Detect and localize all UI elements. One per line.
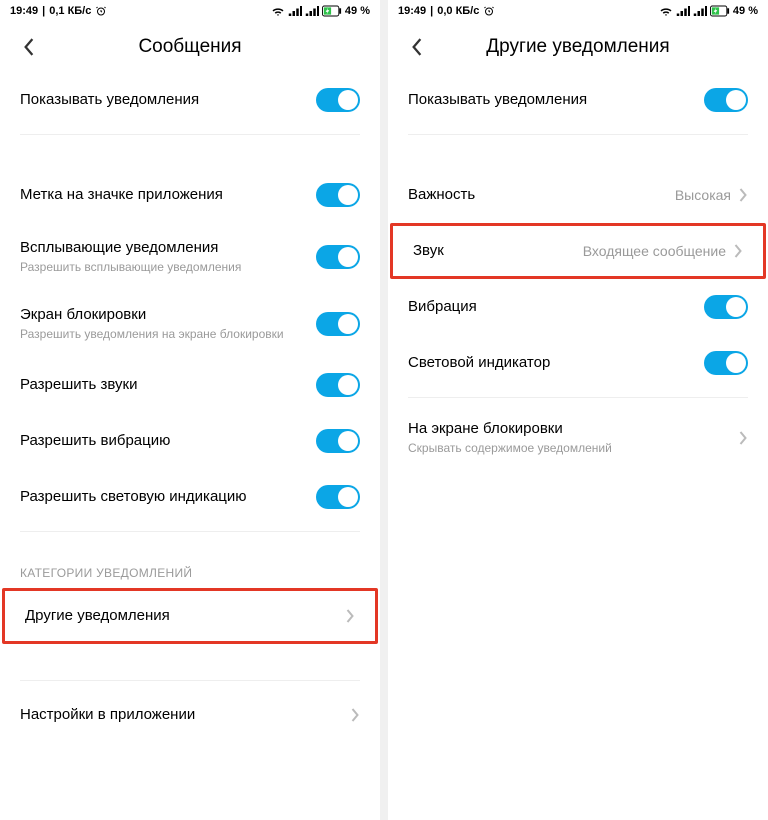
divider — [20, 531, 360, 532]
toggle-allow-vibration[interactable] — [316, 429, 360, 453]
toggle-allow-led[interactable] — [316, 485, 360, 509]
label: Экран блокировки — [20, 305, 316, 325]
value: Входящее сообщение — [583, 243, 726, 260]
status-bar: 19:49 | 0,0 КБ/с 49 % — [388, 0, 768, 22]
signal-icon-1 — [676, 6, 690, 16]
chevron-right-icon — [346, 609, 355, 623]
signal-icon-2 — [305, 6, 319, 16]
divider — [408, 134, 748, 135]
alarm-icon — [95, 5, 107, 17]
row-on-lockscreen[interactable]: На экране блокировки Скрывать содержимое… — [388, 404, 768, 471]
row-show-notifications[interactable]: Показывать уведомления — [0, 72, 380, 128]
chevron-right-icon — [739, 431, 748, 445]
chevron-right-icon — [351, 708, 360, 722]
row-led[interactable]: Световой индикатор — [388, 335, 768, 391]
toggle-allow-sound[interactable] — [316, 373, 360, 397]
label: Разрешить световую индикацию — [20, 487, 316, 507]
toggle-show-notifications[interactable] — [704, 88, 748, 112]
phone-left: 19:49 | 0,1 КБ/с 49 % Сообщения Показыва… — [0, 0, 380, 820]
status-speed: 0,0 КБ/с — [437, 5, 479, 17]
row-show-notifications[interactable]: Показывать уведомления — [388, 72, 768, 128]
status-battery: 49 % — [345, 5, 370, 17]
title-bar: Другие уведомления — [388, 22, 768, 72]
label: Показывать уведомления — [408, 90, 704, 110]
phone-right: 19:49 | 0,0 КБ/с 49 % Другие уведомления… — [388, 0, 768, 820]
signal-icon-2 — [693, 6, 707, 16]
signal-icon-1 — [288, 6, 302, 16]
divider — [20, 680, 360, 681]
status-time: 19:49 — [398, 5, 426, 17]
sublabel: Разрешить уведомления на экране блокиров… — [20, 327, 316, 343]
alarm-icon — [483, 5, 495, 17]
toggle-show-notifications[interactable] — [316, 88, 360, 112]
wifi-icon — [271, 6, 285, 17]
value: Высокая — [675, 187, 731, 204]
status-battery: 49 % — [733, 5, 758, 17]
toggle-lockscreen[interactable] — [316, 312, 360, 336]
title-bar: Сообщения — [0, 22, 380, 72]
label: Другие уведомления — [25, 606, 338, 626]
label: Всплывающие уведомления — [20, 238, 316, 258]
toggle-badge[interactable] — [316, 183, 360, 207]
divider — [20, 134, 360, 135]
label: Световой индикатор — [408, 353, 704, 373]
row-lockscreen[interactable]: Экран блокировки Разрешить уведомления н… — [0, 290, 380, 357]
wifi-icon — [659, 6, 673, 17]
row-badge[interactable]: Метка на значке приложения — [0, 167, 380, 223]
sublabel: Разрешить всплывающие уведомления — [20, 260, 316, 276]
row-sound[interactable]: Звук Входящее сообщение — [390, 223, 766, 279]
battery-icon — [322, 5, 342, 17]
toggle-vibration[interactable] — [704, 295, 748, 319]
label: Метка на значке приложения — [20, 185, 316, 205]
status-bar: 19:49 | 0,1 КБ/с 49 % — [0, 0, 380, 22]
battery-icon — [710, 5, 730, 17]
status-speed: 0,1 КБ/с — [49, 5, 91, 17]
row-importance[interactable]: Важность Высокая — [388, 167, 768, 223]
page-title: Другие уведомления — [406, 36, 750, 58]
chevron-right-icon — [739, 188, 748, 202]
chevron-right-icon — [734, 244, 743, 258]
label: Звук — [413, 241, 575, 261]
status-time: 19:49 — [10, 5, 38, 17]
label: Важность — [408, 185, 667, 205]
row-app-settings[interactable]: Настройки в приложении — [0, 687, 380, 743]
row-allow-sound[interactable]: Разрешить звуки — [0, 357, 380, 413]
sublabel: Скрывать содержимое уведомлений — [408, 441, 731, 457]
row-vibration[interactable]: Вибрация — [388, 279, 768, 335]
toggle-popups[interactable] — [316, 245, 360, 269]
toggle-led[interactable] — [704, 351, 748, 375]
label: Показывать уведомления — [20, 90, 316, 110]
label: Настройки в приложении — [20, 705, 343, 725]
label: Разрешить звуки — [20, 375, 316, 395]
row-other-notifications[interactable]: Другие уведомления — [2, 588, 378, 644]
page-title: Сообщения — [18, 36, 362, 58]
row-allow-vibration[interactable]: Разрешить вибрацию — [0, 413, 380, 469]
section-header-categories: КАТЕГОРИИ УВЕДОМЛЕНИЙ — [0, 556, 380, 588]
label: На экране блокировки — [408, 419, 731, 439]
label: Разрешить вибрацию — [20, 431, 316, 451]
label: Вибрация — [408, 297, 704, 317]
divider — [408, 397, 748, 398]
row-popups[interactable]: Всплывающие уведомления Разрешить всплыв… — [0, 223, 380, 290]
row-allow-led[interactable]: Разрешить световую индикацию — [0, 469, 380, 525]
